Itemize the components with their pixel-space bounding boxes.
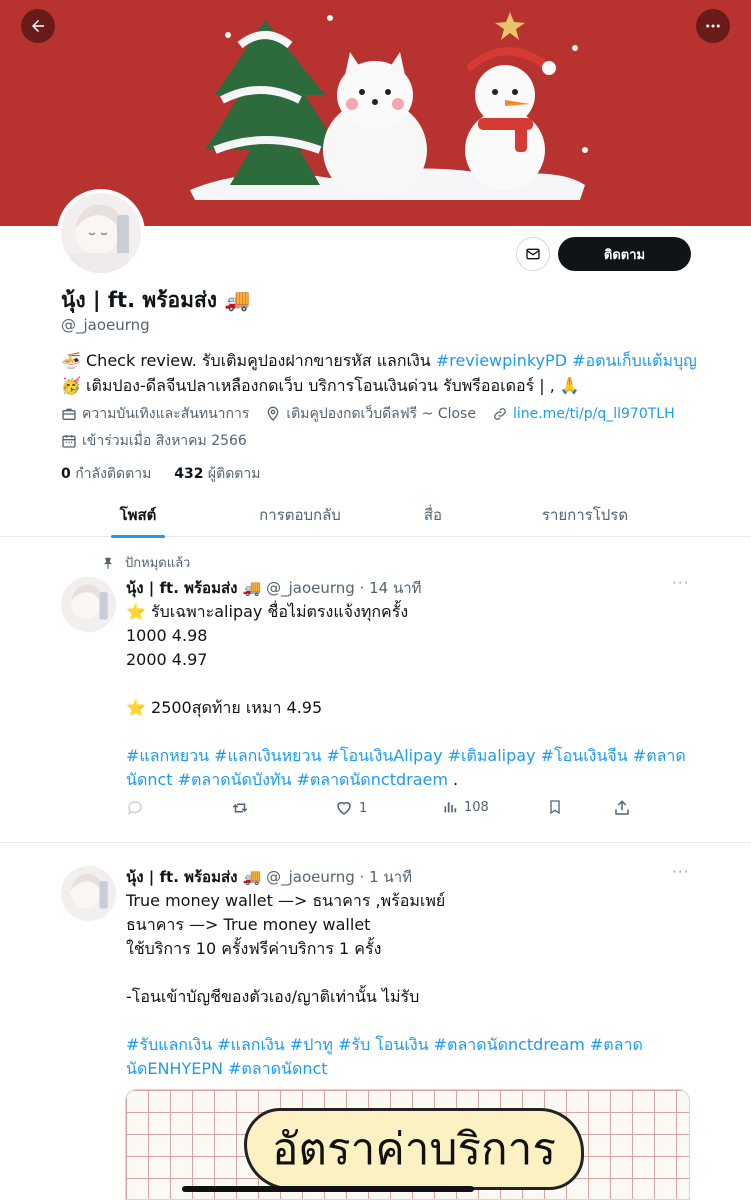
followers-link[interactable]: 432 ผู้ติดตาม bbox=[174, 466, 260, 482]
tab-likes[interactable]: รายการโปรด bbox=[525, 493, 645, 537]
following-link[interactable]: 0 กำลังติดตาม bbox=[61, 466, 151, 482]
tweet-divider bbox=[0, 842, 751, 843]
tweet-header: นุ้ง | ft. พร้อมส่ง 🚚 @_jaoeurng · 1 นาท… bbox=[126, 865, 412, 889]
tab-label: การตอบกลับ bbox=[259, 506, 341, 524]
following-count: 0 bbox=[61, 466, 71, 482]
location-pin-icon bbox=[268, 406, 279, 421]
tab-label: รายการโปรด bbox=[541, 506, 629, 524]
tweet-hashtags[interactable]: #รับแลกเงิน #แลกเงิน #ปาทู #รับ โอนเงิน … bbox=[126, 1033, 686, 1081]
following-label: กำลังติดตาม bbox=[75, 466, 152, 482]
joined-item: เข้าร่วมเมื่อ สิงหาคม 2566 bbox=[61, 430, 247, 452]
bio-text: 🍜 Check review. รับเติมคูปองฝากขายรหัส แ… bbox=[61, 351, 436, 370]
tweet-header: นุ้ง | ft. พร้อมส่ง 🚚 @_jaoeurng · 14 นา… bbox=[126, 576, 422, 600]
tweet-more-button[interactable]: ··· bbox=[672, 863, 689, 881]
tweet-text: ⭐ รับเฉพาะalipay ชื่อไม่ตรงแจ้งทุกครั้ง … bbox=[126, 602, 409, 717]
envelope-icon bbox=[526, 248, 540, 260]
retweet-icon bbox=[232, 803, 248, 813]
followers-label: ผู้ติดตาม bbox=[207, 466, 261, 482]
tweet-author[interactable]: นุ้ง | ft. พร้อมส่ง 🚚 bbox=[126, 579, 261, 597]
profile-bio: 🍜 Check review. รับเติมคูปองฝากขายรหัส แ… bbox=[61, 348, 701, 398]
joined-label: เข้าร่วมเมื่อ สิงหาคม 2566 bbox=[82, 433, 247, 449]
category-label: ความบันเทิงและสันทนาการ bbox=[82, 406, 250, 422]
tweet-media-image[interactable]: อัตราค่าบริการ bbox=[125, 1089, 690, 1200]
link-icon bbox=[494, 408, 506, 420]
views-count: 108 bbox=[464, 799, 489, 815]
back-arrow-icon bbox=[32, 20, 44, 32]
bookmark-icon bbox=[550, 800, 560, 815]
avatar-illustration bbox=[61, 193, 141, 273]
followers-count: 432 bbox=[174, 466, 204, 482]
profile-tabs: โพสต์ การตอบกลับ สื่อ รายการโปรด bbox=[0, 493, 751, 538]
hashtag-list[interactable]: #แลกหยวน #แลกเงินหยวน #โอนเงินAlipay #เต… bbox=[126, 746, 686, 789]
tweet-more-button[interactable]: ··· bbox=[672, 574, 689, 592]
tweet-handle-time[interactable]: @_jaoeurng · 14 นาที bbox=[266, 579, 421, 597]
reply-button[interactable] bbox=[126, 799, 144, 817]
location-item: เติมคูปองกดเว็บดีลฟรี ~ Close bbox=[265, 403, 476, 425]
media-title-text: อัตราค่าบริการ bbox=[244, 1108, 584, 1190]
tweet-handle-time[interactable]: @_jaoeurng · 1 นาที bbox=[266, 868, 412, 886]
tweet-text-tail: . bbox=[447, 770, 459, 789]
heart-icon bbox=[337, 801, 351, 815]
pinned-indicator: ปักหมุดแล้ว bbox=[101, 552, 190, 573]
pinned-label: ปักหมุดแล้ว bbox=[125, 556, 191, 571]
avatar-illustration bbox=[61, 577, 116, 632]
bookmark-button[interactable] bbox=[547, 799, 563, 815]
like-count: 1 bbox=[359, 800, 368, 816]
tweet-author[interactable]: นุ้ง | ft. พร้อมส่ง 🚚 bbox=[126, 868, 261, 886]
tweet-hashtags[interactable]: #แลกหยวน #แลกเงินหยวน #โอนเงินAlipay #เต… bbox=[126, 744, 686, 792]
category-item: ความบันเทิงและสันทนาการ bbox=[61, 403, 249, 425]
back-button[interactable] bbox=[21, 9, 55, 43]
retweet-button[interactable] bbox=[231, 799, 249, 817]
tweet-actions: 1 108 bbox=[126, 799, 646, 821]
more-dots-icon bbox=[706, 24, 720, 28]
tab-label: สื่อ bbox=[423, 506, 443, 524]
follow-counts: 0 กำลังติดตาม 432 ผู้ติดตาม bbox=[61, 463, 261, 485]
bio-hashtag[interactable]: #อตนเก็บแต้มบุญ bbox=[572, 351, 697, 370]
reply-icon bbox=[127, 801, 142, 815]
active-tab-indicator bbox=[111, 535, 165, 538]
calendar-icon bbox=[62, 435, 76, 448]
pin-icon bbox=[103, 557, 113, 569]
avatar-illustration bbox=[61, 866, 116, 921]
profile-meta: ความบันเทิงและสันทนาการ เติมคูปองกดเว็บด… bbox=[61, 403, 691, 425]
tab-label: โพสต์ bbox=[119, 506, 157, 524]
tweet-avatar[interactable] bbox=[61, 866, 116, 921]
tab-posts[interactable]: โพสต์ bbox=[111, 493, 165, 538]
website-item[interactable]: line.me/ti/p/q_ll970TLH bbox=[492, 406, 675, 422]
tweet-text: True money wallet —> ธนาคาร ,พร้อมเพย์ ธ… bbox=[126, 891, 446, 1006]
location-label: เติมคูปองกดเว็บดีลฟรี ~ Close bbox=[286, 406, 476, 422]
views-bar-chart-icon bbox=[444, 802, 457, 813]
more-options-button[interactable] bbox=[696, 9, 730, 43]
share-button[interactable] bbox=[613, 799, 631, 817]
bio-text: 🥳 เติมปอง-ดีลจีนปลาเหลืองกดเว็บ บริการโอ… bbox=[61, 376, 580, 395]
views-button[interactable]: 108 bbox=[442, 799, 489, 815]
joined-row: เข้าร่วมเมื่อ สิงหาคม 2566 bbox=[61, 430, 263, 452]
message-button[interactable] bbox=[516, 237, 550, 271]
tab-media[interactable]: สื่อ bbox=[410, 493, 456, 537]
follow-button[interactable]: ติดตาม bbox=[558, 237, 691, 271]
home-indicator bbox=[182, 1186, 474, 1192]
profile-avatar[interactable] bbox=[57, 189, 145, 277]
profile-name: นุ้ง | ft. พร้อมส่ง 🚚 bbox=[61, 288, 251, 312]
share-icon bbox=[615, 800, 629, 815]
briefcase-icon bbox=[62, 408, 76, 420]
website-link[interactable]: line.me/ti/p/q_ll970TLH bbox=[513, 406, 675, 422]
tab-replies[interactable]: การตอบกลับ bbox=[240, 493, 360, 537]
like-button[interactable]: 1 bbox=[335, 799, 367, 817]
profile-handle: @_jaoeurng bbox=[61, 316, 150, 334]
bio-hashtag[interactable]: #reviewpinkyPD bbox=[436, 351, 567, 370]
tweet-avatar[interactable] bbox=[61, 577, 116, 632]
